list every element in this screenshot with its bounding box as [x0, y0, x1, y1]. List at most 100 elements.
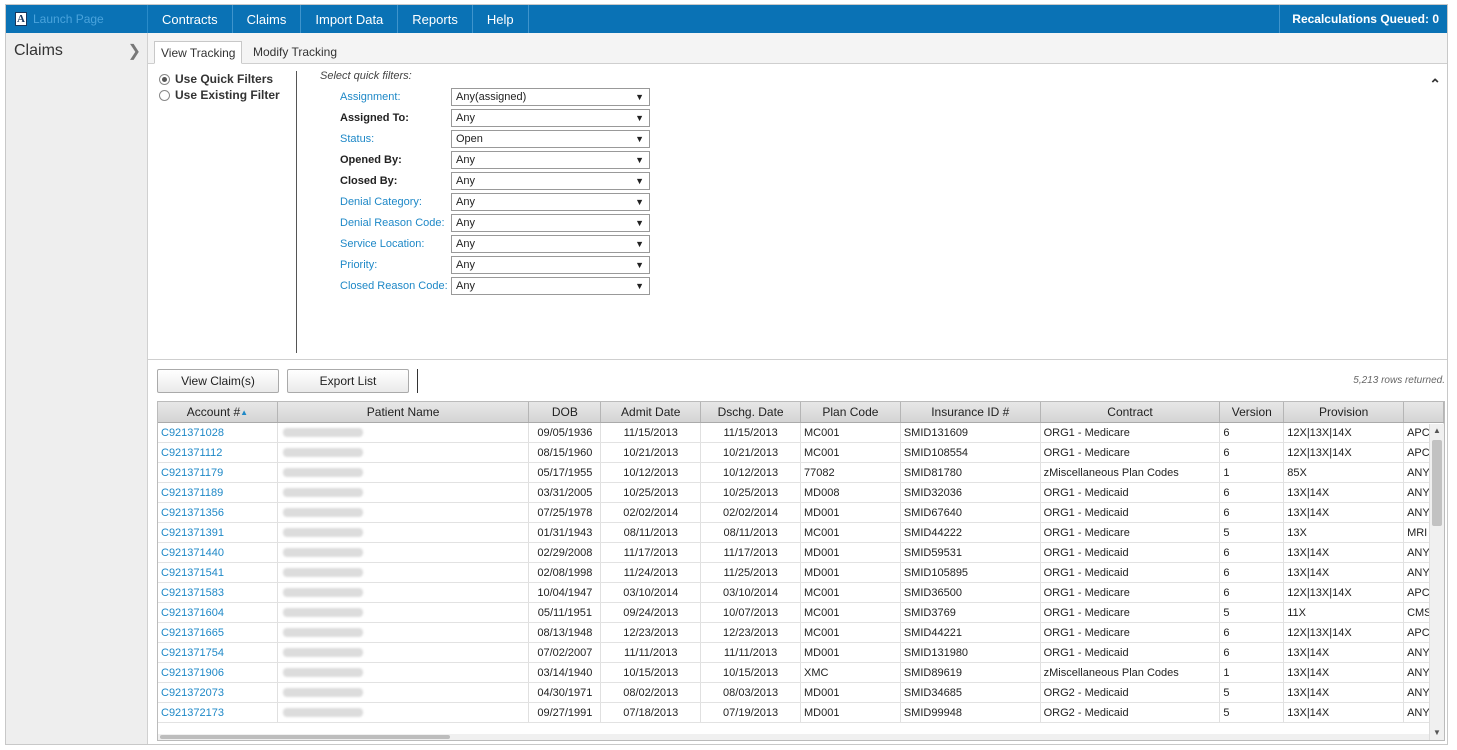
- column-header[interactable]: Version: [1220, 402, 1285, 422]
- filter-select[interactable]: Any ▼: [451, 235, 650, 253]
- table-cell: 02/02/2014: [601, 503, 702, 522]
- filter-select[interactable]: Any(assigned) ▼: [451, 88, 650, 106]
- table-row[interactable]: C921371189 03/31/2005 10/25/2013 10/25/2013…: [158, 483, 1444, 503]
- launch-page-link[interactable]: A Launch Page: [6, 5, 148, 33]
- table-row[interactable]: C921371604 05/11/1951 09/24/2013 10/07/2013…: [158, 603, 1444, 623]
- export-list-button[interactable]: Export List: [287, 369, 409, 393]
- filter-select[interactable]: Any ▼: [451, 193, 650, 211]
- radio-button-selected[interactable]: [159, 73, 170, 85]
- table-row[interactable]: C921371541 02/08/1998 11/24/2013 11/25/2013…: [158, 563, 1444, 583]
- table-row[interactable]: C921371112 08/15/1960 10/21/2013 10/21/2013…: [158, 443, 1444, 463]
- radio-button[interactable]: [159, 89, 170, 101]
- redacted-patient-name: [282, 628, 363, 637]
- nav-import-data[interactable]: Import Data: [301, 5, 399, 33]
- table-row[interactable]: C921372173 09/27/1991 07/18/2013 07/19/2013…: [158, 703, 1444, 723]
- table-row[interactable]: C921371583 10/04/1947 03/10/2014 03/10/2014…: [158, 583, 1444, 603]
- filter-select-value: Open: [456, 133, 483, 145]
- account-link[interactable]: C921371906: [158, 663, 278, 682]
- tab-view-tracking[interactable]: View Tracking: [154, 41, 243, 64]
- table-cell: 12/23/2013: [701, 623, 801, 642]
- dropdown-arrow-icon[interactable]: ▼: [635, 131, 644, 147]
- hscroll-thumb[interactable]: [160, 735, 450, 739]
- account-link[interactable]: C921372073: [158, 683, 278, 702]
- filter-select[interactable]: Open ▼: [451, 130, 650, 148]
- redacted-patient-name: [282, 508, 363, 517]
- account-link[interactable]: C921371583: [158, 583, 278, 602]
- dropdown-arrow-icon[interactable]: ▼: [635, 110, 644, 126]
- account-link[interactable]: C921371112: [158, 443, 278, 462]
- table-cell: ORG1 - Medicaid: [1041, 643, 1221, 662]
- table-cell: 6: [1220, 503, 1285, 522]
- filter-select[interactable]: Any ▼: [451, 151, 650, 169]
- account-link[interactable]: C921371028: [158, 423, 278, 442]
- account-link[interactable]: C921371541: [158, 563, 278, 582]
- account-link[interactable]: C921371604: [158, 603, 278, 622]
- filter-select[interactable]: Any ▼: [451, 256, 650, 274]
- vertical-scrollbar[interactable]: ▲ ▼: [1429, 424, 1444, 740]
- chevron-right-icon[interactable]: ❯: [128, 41, 141, 61]
- use-quick-filters-option[interactable]: Use Quick Filters: [159, 71, 280, 87]
- account-link[interactable]: C921371179: [158, 463, 278, 482]
- dropdown-arrow-icon[interactable]: ▼: [635, 194, 644, 210]
- scroll-thumb[interactable]: [1432, 440, 1442, 526]
- nav-reports[interactable]: Reports: [398, 5, 473, 33]
- table-row[interactable]: C921371179 05/17/1955 10/12/2013 10/12/2013…: [158, 463, 1444, 483]
- account-link[interactable]: C921371665: [158, 623, 278, 642]
- collapse-up-icon[interactable]: ⌃: [1429, 76, 1441, 93]
- account-link[interactable]: C921371754: [158, 643, 278, 662]
- dropdown-arrow-icon[interactable]: ▼: [635, 173, 644, 189]
- filter-select[interactable]: Any ▼: [451, 214, 650, 232]
- use-existing-filter-option[interactable]: Use Existing Filter: [159, 87, 280, 103]
- horizontal-scrollbar[interactable]: [158, 734, 1429, 740]
- table-row[interactable]: C921371391 01/31/1943 08/11/2013 08/11/2013…: [158, 523, 1444, 543]
- filter-select[interactable]: Any ▼: [451, 277, 650, 295]
- scroll-down-icon[interactable]: ▼: [1430, 726, 1444, 740]
- column-header[interactable]: Contract: [1041, 402, 1221, 422]
- table-cell: MD001: [801, 543, 901, 562]
- table-cell: SMID36500: [901, 583, 1041, 602]
- nav-claims[interactable]: Claims: [233, 5, 302, 33]
- table-row[interactable]: C921371754 07/02/2007 11/11/2013 11/11/2013…: [158, 643, 1444, 663]
- filter-label: Denial Reason Code:: [340, 217, 445, 229]
- table-row[interactable]: C921371440 02/29/2008 11/17/2013 11/17/2013…: [158, 543, 1444, 563]
- column-header[interactable]: Patient Name: [278, 402, 530, 422]
- column-header[interactable]: Insurance ID #: [901, 402, 1041, 422]
- column-header[interactable]: Account # ▲: [158, 402, 278, 422]
- table-row[interactable]: C921371356 07/25/1978 02/02/2014 02/02/2014…: [158, 503, 1444, 523]
- filter-select[interactable]: Any ▼: [451, 172, 650, 190]
- column-header[interactable]: Plan Code: [801, 402, 901, 422]
- column-header[interactable]: Provision: [1284, 402, 1405, 422]
- table-cell: 12X|13X|14X: [1284, 423, 1405, 442]
- column-header[interactable]: Admit Date: [601, 402, 702, 422]
- account-link[interactable]: C921371189: [158, 483, 278, 502]
- dropdown-arrow-icon[interactable]: ▼: [635, 215, 644, 231]
- account-link[interactable]: C921371391: [158, 523, 278, 542]
- nav-help[interactable]: Help: [473, 5, 529, 33]
- account-link[interactable]: C921372173: [158, 703, 278, 722]
- column-header-label: Account #: [186, 405, 241, 419]
- dropdown-arrow-icon[interactable]: ▼: [635, 257, 644, 273]
- column-header[interactable]: [1404, 402, 1444, 422]
- dropdown-arrow-icon[interactable]: ▼: [635, 278, 644, 294]
- account-link[interactable]: C921371356: [158, 503, 278, 522]
- tab-modify-tracking[interactable]: Modify Tracking: [247, 41, 343, 64]
- dropdown-arrow-icon[interactable]: ▼: [635, 152, 644, 168]
- table-cell: 6: [1220, 543, 1285, 562]
- view-claims-button[interactable]: View Claim(s): [157, 369, 279, 393]
- dropdown-arrow-icon[interactable]: ▼: [635, 89, 644, 105]
- table-row[interactable]: C921371028 09/05/1936 11/15/2013 11/15/2013…: [158, 423, 1444, 443]
- sidebar: Claims ❯: [6, 33, 148, 744]
- table-row[interactable]: C921372073 04/30/1971 08/02/2013 08/03/2013…: [158, 683, 1444, 703]
- table-cell: 03/31/2005: [529, 483, 602, 502]
- sort-ascending-icon[interactable]: ▲: [240, 408, 248, 417]
- table-row[interactable]: C921371906 03/14/1940 10/15/2013 10/15/2013…: [158, 663, 1444, 683]
- filter-select-value: Any: [456, 175, 475, 187]
- account-link[interactable]: C921371440: [158, 543, 278, 562]
- table-row[interactable]: C921371665 08/13/1948 12/23/2013 12/23/2013…: [158, 623, 1444, 643]
- column-header[interactable]: Dschg. Date: [701, 402, 801, 422]
- dropdown-arrow-icon[interactable]: ▼: [635, 236, 644, 252]
- nav-contracts[interactable]: Contracts: [148, 5, 233, 33]
- scroll-up-icon[interactable]: ▲: [1430, 424, 1444, 438]
- filter-select[interactable]: Any ▼: [451, 109, 650, 127]
- column-header[interactable]: DOB: [529, 402, 602, 422]
